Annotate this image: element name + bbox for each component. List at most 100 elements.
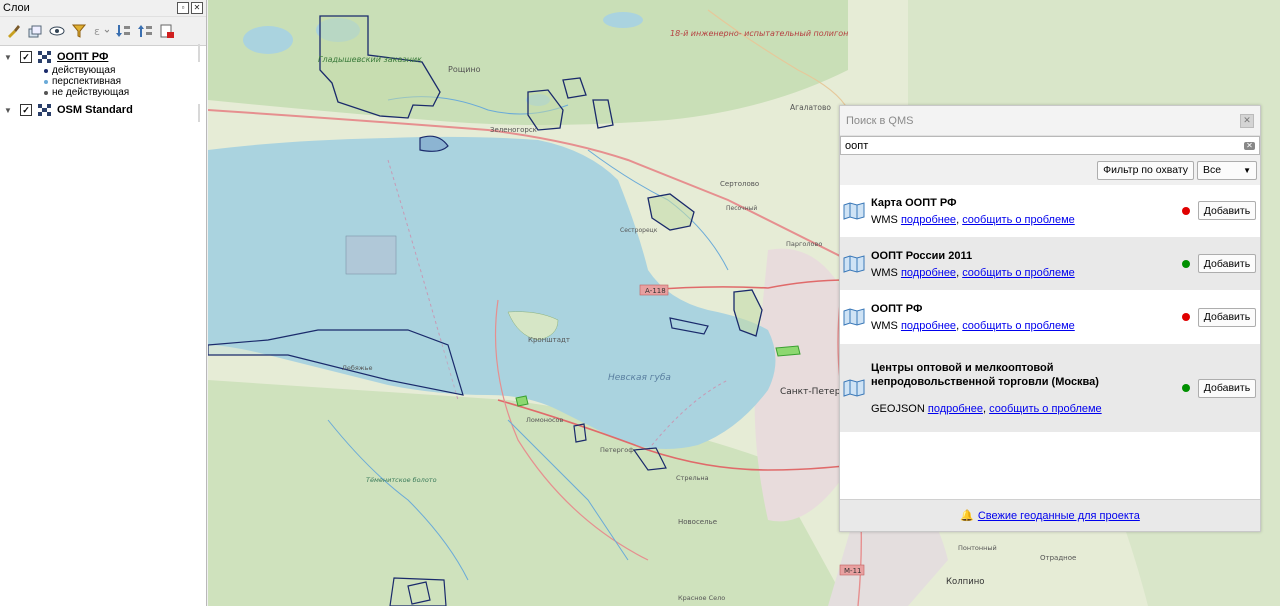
- legend-item: действующая: [44, 65, 206, 76]
- report-link[interactable]: сообщить о проблеме: [962, 267, 1075, 279]
- map-label: Сестрорецк: [620, 227, 658, 234]
- details-link[interactable]: подробнее: [901, 320, 956, 332]
- map-label: 18-й инженерно- испытательный полигон: [670, 29, 848, 38]
- qms-filters: Фильтр по охвату Все ▼: [840, 155, 1260, 185]
- svg-text:ε: ε: [94, 25, 100, 38]
- layer-name[interactable]: ООПТ РФ: [57, 51, 108, 63]
- result-item: ООПТ России 2011 WMS подробнее, сообщить…: [840, 237, 1260, 290]
- collapse-arrow-icon[interactable]: ▼: [4, 53, 14, 62]
- wms-layer-icon: [38, 51, 51, 63]
- map-label: Невская губа: [608, 373, 671, 383]
- legend-dot-icon: [44, 68, 48, 73]
- layer-tree: ▼ ✓ ООПТ РФ действующая перспективная не…: [0, 46, 206, 118]
- map-label: Ломоносов: [526, 416, 564, 424]
- map-label: Песочный: [726, 205, 757, 212]
- layer-checkbox[interactable]: ✓: [20, 51, 32, 63]
- filter-extent-button[interactable]: Фильтр по охвату: [1097, 160, 1194, 180]
- close-icon[interactable]: ✕: [1240, 113, 1254, 128]
- status-indicator: [1182, 206, 1190, 215]
- status-indicator: [1182, 384, 1190, 392]
- layers-panel: Слои ▫ ✕ ε ▼ ✓ ООПТ РФ действующая персп…: [0, 0, 207, 606]
- layer-legend: действующая перспективная не действующая: [0, 65, 206, 98]
- chevron-down-icon: ▼: [1243, 165, 1251, 175]
- clear-search-icon[interactable]: ✕: [1244, 141, 1255, 150]
- details-link[interactable]: подробнее: [901, 267, 956, 279]
- result-type: WMS: [871, 213, 898, 226]
- map-icon: [843, 308, 865, 326]
- legend-dot-icon: [44, 90, 48, 95]
- map-label: Агалатово: [790, 103, 831, 112]
- status-indicator: [1182, 259, 1190, 268]
- collapse-all-icon[interactable]: [136, 22, 154, 40]
- add-button[interactable]: Добавить: [1198, 254, 1256, 273]
- qms-title: Поиск в QMS: [846, 114, 914, 127]
- add-button[interactable]: Добавить: [1198, 201, 1256, 220]
- details-link[interactable]: подробнее: [901, 214, 956, 226]
- eye-visibility-icon[interactable]: [48, 22, 66, 40]
- result-type: GEOJSON: [871, 403, 925, 415]
- remove-layer-icon[interactable]: [158, 22, 176, 40]
- filter-icon[interactable]: [70, 22, 88, 40]
- scrollbar[interactable]: [198, 104, 200, 122]
- result-item: ООПТ РФ WMS подробнее, сообщить о пробле…: [840, 290, 1260, 344]
- map-label: Санкт-Петер: [780, 387, 841, 397]
- map-label: Колпино: [946, 577, 985, 587]
- expression-filter-icon[interactable]: ε: [92, 22, 110, 40]
- layer-name[interactable]: OSM Standard: [57, 104, 133, 116]
- layers-toolbar: ε: [0, 17, 206, 46]
- map-icon: [843, 201, 865, 220]
- result-title: Центры оптовой и мелкооптовой непродовол…: [871, 362, 1099, 388]
- close-icon[interactable]: ✕: [191, 2, 203, 14]
- map-label: Отрадное: [1040, 554, 1076, 562]
- report-link[interactable]: сообщить о проблеме: [962, 320, 1075, 332]
- map-label: Тёменитское болото: [366, 476, 437, 484]
- collapse-arrow-icon[interactable]: ▼: [4, 106, 14, 115]
- details-link[interactable]: подробнее: [928, 403, 983, 415]
- qms-footer: 🔔 Свежие геоданные для проекта: [840, 499, 1260, 531]
- add-button[interactable]: Добавить: [1198, 378, 1256, 398]
- map-label: Понтонный: [958, 544, 997, 552]
- filter-select[interactable]: Все ▼: [1197, 160, 1257, 180]
- result-type: WMS: [871, 266, 898, 279]
- status-indicator: [1182, 313, 1190, 321]
- map-label: Красное Село: [678, 594, 725, 602]
- filter-select-value: Все: [1203, 164, 1222, 176]
- fresh-geodata-link[interactable]: Свежие геоданные для проекта: [978, 510, 1140, 522]
- scrollbar[interactable]: [198, 44, 200, 62]
- layers-titlebar: Слои ▫ ✕: [0, 0, 206, 17]
- map-label: Стрельна: [676, 474, 709, 482]
- wms-layer-icon: [38, 104, 51, 116]
- result-title: ООПТ РФ: [871, 303, 923, 315]
- style-brush-icon[interactable]: [4, 22, 22, 40]
- add-button[interactable]: Добавить: [1198, 307, 1256, 327]
- map-label: Лебяжье: [342, 364, 373, 372]
- qms-results: Карта ООПТ РФ WMS подробнее, сообщить о …: [840, 184, 1260, 496]
- layer-row-osm[interactable]: ▼ ✓ OSM Standard: [0, 102, 206, 118]
- float-icon[interactable]: ▫: [177, 2, 189, 14]
- report-link[interactable]: сообщить о проблеме: [989, 403, 1102, 415]
- legend-label: перспективная: [52, 76, 121, 87]
- expand-all-icon[interactable]: [114, 22, 132, 40]
- map-label: Сертолово: [720, 180, 759, 188]
- add-group-icon[interactable]: [26, 22, 44, 40]
- bell-icon: 🔔: [960, 510, 974, 522]
- map-label: Парголово: [786, 240, 822, 248]
- road-shield: М-11: [844, 567, 861, 575]
- map-label: Рощино: [448, 65, 481, 74]
- map-label: Петергоф: [600, 446, 634, 454]
- qms-header: Поиск в QMS ✕: [840, 106, 1260, 136]
- map-icon: [843, 379, 865, 397]
- legend-label: не действующая: [52, 87, 130, 98]
- report-link[interactable]: сообщить о проблеме: [962, 214, 1075, 226]
- legend-item: перспективная: [44, 76, 206, 87]
- layer-checkbox[interactable]: ✓: [20, 104, 32, 116]
- map-label: Новоселье: [678, 518, 717, 526]
- result-title: ООПТ России 2011: [871, 249, 973, 262]
- qms-search-box[interactable]: ✕: [840, 136, 1260, 155]
- layers-panel-title: Слои: [3, 2, 30, 14]
- layer-row-oopt[interactable]: ▼ ✓ ООПТ РФ: [0, 49, 206, 65]
- search-input[interactable]: [845, 139, 1205, 152]
- map-label: Зеленогорск: [490, 126, 537, 134]
- result-item: Карта ООПТ РФ WMS подробнее, сообщить о …: [840, 184, 1260, 237]
- legend-item: не действующая: [44, 87, 206, 98]
